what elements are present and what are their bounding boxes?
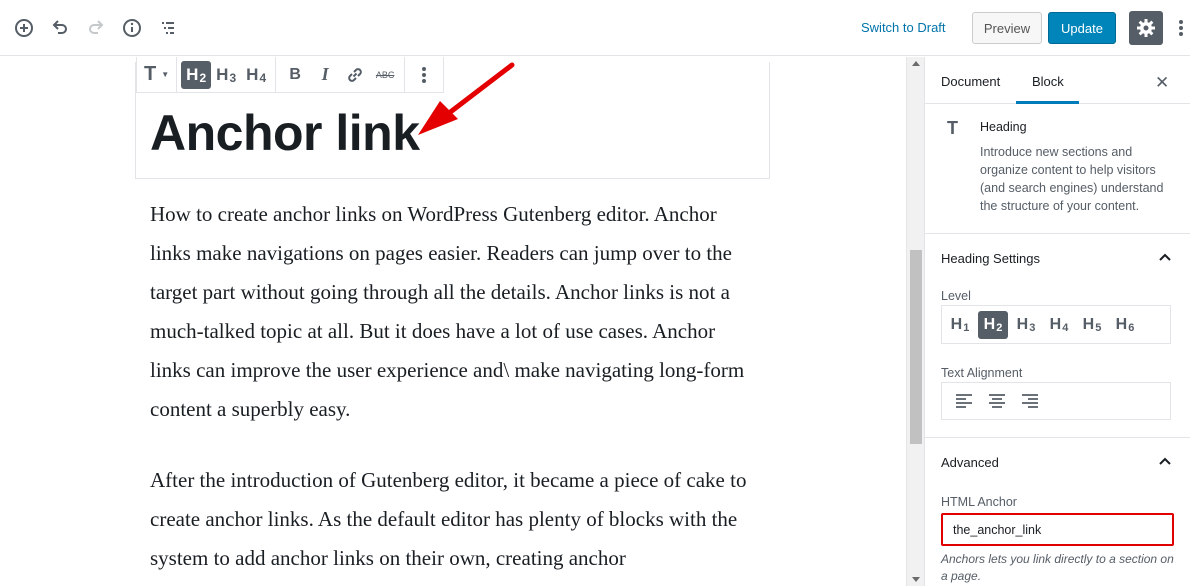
block-transform-button[interactable]: T ▼ xyxy=(141,61,172,89)
html-anchor-label: HTML Anchor xyxy=(941,495,1017,509)
chevron-down-icon: ▼ xyxy=(161,70,170,79)
text-alignment-selector xyxy=(941,382,1171,420)
editor-canvas: T ▼ H2 H3 H4 B I ABC Anchor link How to … xyxy=(0,56,906,586)
info-icon[interactable] xyxy=(119,14,145,42)
level-h4-button[interactable]: H4 xyxy=(1044,311,1074,339)
panel-title: Heading Settings xyxy=(941,251,1041,266)
heading-type-icon: T xyxy=(947,118,958,138)
scroll-thumb[interactable] xyxy=(910,250,922,444)
advanced-panel: Advanced HTML Anchor Anchors lets you li… xyxy=(925,438,1190,586)
toolbar-h3-button[interactable]: H3 xyxy=(211,61,241,89)
panel-title: Advanced xyxy=(941,455,999,470)
text-alignment-label: Text Alignment xyxy=(941,366,1023,380)
tab-block[interactable]: Block xyxy=(1032,74,1064,89)
editor-header: Switch to Draft Preview Update xyxy=(0,0,1190,56)
heading-level-selector: H1 H2 H3 H4 H5 H6 xyxy=(941,305,1171,344)
sidebar-tabs: Document Block ✕ xyxy=(925,57,1190,104)
strikethrough-button[interactable]: ABC xyxy=(370,61,400,89)
level-h1-button[interactable]: H1 xyxy=(945,311,975,339)
level-h6-button[interactable]: H6 xyxy=(1110,311,1140,339)
level-h3-button[interactable]: H3 xyxy=(1011,311,1041,339)
align-center-button[interactable] xyxy=(983,387,1011,415)
settings-sidebar: Document Block ✕ T Heading Introduce new… xyxy=(924,57,1190,586)
block-card: T Heading Introduce new sections and org… xyxy=(925,104,1190,234)
link-button[interactable] xyxy=(340,61,370,89)
heading-settings-panel: Heading Settings Level H1 H2 H3 H4 H5 H6… xyxy=(925,234,1190,438)
preview-button[interactable]: Preview xyxy=(972,12,1042,44)
paragraph-block[interactable]: How to create anchor links on WordPress … xyxy=(150,195,760,429)
link-icon xyxy=(348,67,362,82)
tab-document[interactable]: Document xyxy=(941,74,1000,89)
level-h5-button[interactable]: H5 xyxy=(1077,311,1107,339)
toolbar-h4-button[interactable]: H4 xyxy=(241,61,271,89)
toolbar-h2-button[interactable]: H2 xyxy=(181,60,212,89)
update-button[interactable]: Update xyxy=(1048,12,1116,44)
align-center-icon xyxy=(989,394,1005,408)
scroll-down-icon[interactable] xyxy=(912,577,920,582)
chevron-up-icon xyxy=(1159,457,1171,465)
heading-text[interactable]: Anchor link xyxy=(150,104,420,162)
red-arrow-annotation xyxy=(418,62,515,135)
switch-to-draft-link[interactable]: Switch to Draft xyxy=(861,20,946,35)
align-right-button[interactable] xyxy=(1016,387,1044,415)
settings-button[interactable] xyxy=(1129,11,1163,45)
block-card-description: Introduce new sections and organize cont… xyxy=(980,145,1164,213)
chevron-up-icon xyxy=(1159,253,1171,261)
close-icon[interactable]: ✕ xyxy=(1155,73,1169,93)
advanced-toggle[interactable]: Advanced xyxy=(925,438,1190,486)
paragraph-block[interactable]: After the introduction of Gutenberg edit… xyxy=(150,461,760,578)
level-label: Level xyxy=(941,289,971,303)
html-anchor-help: Anchors lets you link directly to a sect… xyxy=(941,552,1174,583)
heading-type-icon: T xyxy=(144,63,157,85)
italic-button[interactable]: I xyxy=(310,61,340,89)
bold-button[interactable]: B xyxy=(280,61,310,89)
scroll-up-icon[interactable] xyxy=(912,61,920,66)
level-h2-button[interactable]: H2 xyxy=(978,310,1008,339)
align-right-icon xyxy=(1022,394,1038,408)
more-options-button[interactable] xyxy=(1172,14,1190,42)
align-left-button[interactable] xyxy=(950,387,978,415)
block-card-title: Heading xyxy=(980,120,1027,134)
html-anchor-input[interactable] xyxy=(941,513,1174,546)
gear-icon xyxy=(1137,19,1155,37)
editor-scrollbar[interactable] xyxy=(906,57,924,586)
outline-icon[interactable] xyxy=(155,14,181,42)
undo-icon[interactable] xyxy=(47,14,73,42)
redo-icon[interactable] xyxy=(83,14,109,42)
add-block-icon[interactable] xyxy=(11,14,37,42)
block-toolbar: T ▼ H2 H3 H4 B I ABC xyxy=(136,56,445,93)
align-left-icon xyxy=(956,394,972,408)
more-vertical-icon xyxy=(1179,20,1183,36)
heading-settings-toggle[interactable]: Heading Settings xyxy=(925,234,1190,282)
